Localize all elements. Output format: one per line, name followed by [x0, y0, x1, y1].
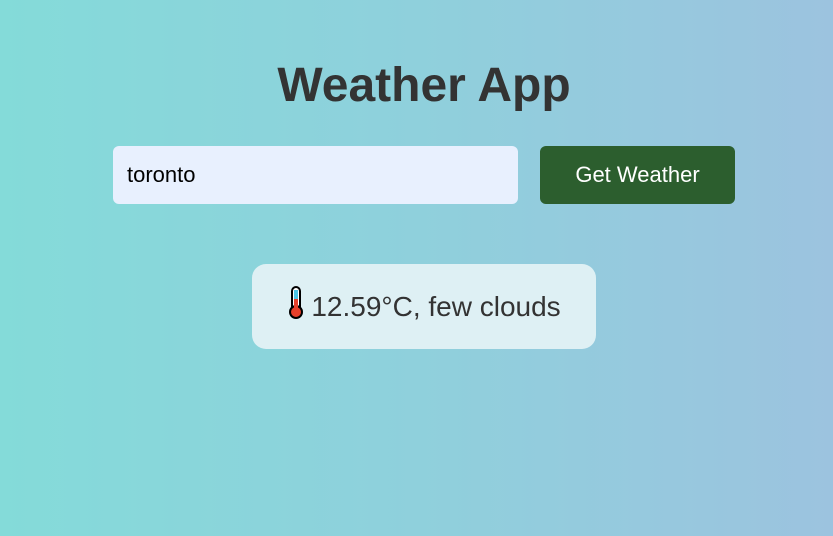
thermometer-icon — [287, 286, 305, 327]
weather-result-text: 12.59°C, few clouds — [311, 290, 561, 322]
get-weather-button[interactable]: Get Weather — [540, 146, 735, 204]
city-input[interactable] — [113, 146, 518, 204]
weather-result-card: 12.59°C, few clouds — [252, 264, 596, 349]
page-title: Weather App — [277, 59, 571, 112]
